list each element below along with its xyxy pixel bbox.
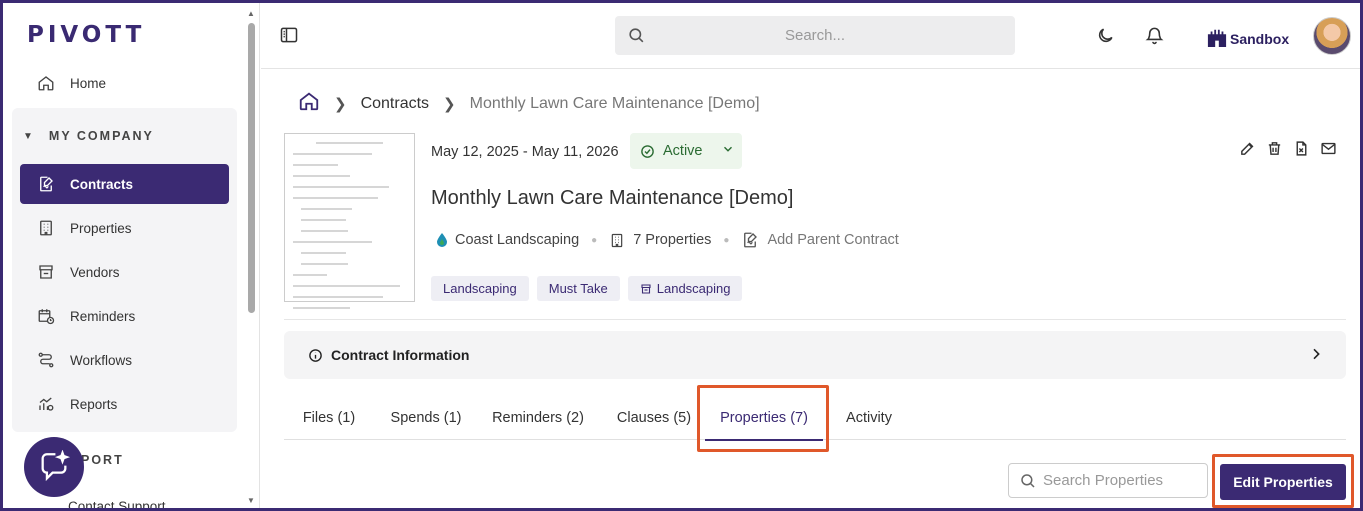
castle-icon <box>1206 27 1228 50</box>
sidebar-item-label: Reports <box>70 396 118 412</box>
accordion-label: Contract Information <box>331 347 470 363</box>
store-icon <box>36 262 56 282</box>
contract-dates: May 12, 2025 - May 11, 2026 <box>431 144 619 160</box>
user-avatar[interactable] <box>1313 17 1351 55</box>
trash-icon[interactable] <box>1266 140 1283 157</box>
contract-title: Monthly Lawn Care Maintenance [Demo] <box>431 187 794 209</box>
tab-reminders[interactable]: Reminders (2) <box>482 396 594 440</box>
sidebar-item-home[interactable]: Home <box>20 63 229 103</box>
search-icon <box>1019 472 1037 490</box>
chat-launcher-button[interactable] <box>24 437 84 497</box>
scroll-up-icon[interactable]: ▲ <box>247 9 255 18</box>
app-logo[interactable]: PIVOTT <box>27 22 145 48</box>
contract-tags: Landscaping Must Take Landscaping <box>431 276 750 301</box>
support-group-title[interactable]: PORT <box>81 453 124 467</box>
scroll-down-icon[interactable]: ▼ <box>247 496 255 505</box>
tag-label: Landscaping <box>443 281 517 296</box>
caret-down-icon: ▼ <box>23 130 35 142</box>
tag-chip[interactable]: Landscaping <box>431 276 529 301</box>
store-icon <box>640 283 652 295</box>
edit-pencil-icon[interactable] <box>1239 140 1256 157</box>
sidebar-item-label: Vendors <box>70 264 120 280</box>
sidebar-scrollbar[interactable]: ▲ ▼ <box>246 9 256 505</box>
add-parent-contract-button[interactable]: Add Parent Contract <box>741 231 899 249</box>
sidebar-item-contact-support[interactable]: Contact Support <box>68 499 166 508</box>
status-label: Active <box>663 143 703 159</box>
sandbox-label: Sandbox <box>1230 30 1290 47</box>
contract-information-accordion[interactable]: Contract Information <box>284 331 1346 379</box>
notifications-bell-icon[interactable] <box>1145 26 1164 50</box>
reports-icon <box>36 394 56 414</box>
chevron-down-icon <box>721 142 735 160</box>
global-search <box>615 16 1015 55</box>
sidebar-item-label: Properties <box>70 220 132 236</box>
contract-document-thumbnail[interactable] <box>284 133 415 309</box>
tab-files[interactable]: Files (1) <box>288 396 370 440</box>
contract-sign-icon <box>36 174 56 194</box>
chevron-right-icon: ❯ <box>334 95 347 113</box>
separator-dot: ● <box>723 234 730 246</box>
sidebar-toggle-icon[interactable] <box>279 25 299 50</box>
home-icon <box>36 73 56 93</box>
sidebar-item-label: Workflows <box>70 352 133 368</box>
sidebar-item-contracts[interactable]: Contracts <box>20 164 229 204</box>
email-icon[interactable] <box>1320 140 1337 157</box>
chat-sparkle-icon <box>41 450 71 482</box>
tag-chip[interactable]: Must Take <box>536 276 620 301</box>
vendor-logo-icon <box>437 233 447 247</box>
contract-meta-row: Coast Landscaping ● 7 Properties ● Add P… <box>437 231 899 249</box>
tab-spends[interactable]: Spends (1) <box>378 396 474 440</box>
scrollbar-thumb[interactable] <box>248 23 255 313</box>
breadcrumb-contracts-link[interactable]: Contracts <box>361 95 429 113</box>
chevron-right-icon <box>1308 346 1324 365</box>
sidebar-item-properties[interactable]: Properties <box>20 208 229 248</box>
tab-activity[interactable]: Activity <box>834 396 904 440</box>
sidebar-item-workflows[interactable]: Workflows <box>20 340 229 380</box>
sidebar-item-label: Contracts <box>70 176 134 192</box>
separator-dot: ● <box>591 234 598 246</box>
vendor-link[interactable]: Coast Landscaping <box>437 232 579 248</box>
app-frame: PIVOTT Home ▼ MY COMPANY Contracts Prope… <box>3 3 1360 508</box>
properties-count-link[interactable]: 7 Properties <box>609 232 711 249</box>
divider <box>284 319 1346 320</box>
check-circle-icon <box>640 144 655 159</box>
chevron-right-icon: ❯ <box>443 95 456 113</box>
tag-label: Landscaping <box>656 281 731 296</box>
highlight-properties-tab <box>697 385 829 452</box>
group-title-label: MY COMPANY <box>48 129 154 143</box>
sidebar-item-vendors[interactable]: Vendors <box>20 252 229 292</box>
sandbox-environment-badge[interactable]: Sandbox <box>1206 27 1289 50</box>
add-parent-label: Add Parent Contract <box>767 232 899 248</box>
info-icon <box>308 348 323 363</box>
export-excel-icon[interactable] <box>1293 140 1310 157</box>
contract-actions <box>1239 140 1347 157</box>
breadcrumb-home-icon[interactable] <box>298 90 320 117</box>
contract-sign-icon <box>741 231 759 249</box>
tab-clauses[interactable]: Clauses (5) <box>606 396 702 440</box>
tag-chip[interactable]: Landscaping <box>627 276 743 301</box>
workflow-icon <box>36 350 56 370</box>
global-search-input[interactable] <box>615 16 1015 55</box>
properties-count: 7 Properties <box>633 232 712 248</box>
sidebar-item-label: Reminders <box>70 308 136 324</box>
calendar-clock-icon <box>36 306 56 326</box>
sidebar-item-reminders[interactable]: Reminders <box>20 296 229 336</box>
sidebar-item-label: Home <box>70 75 107 91</box>
vendor-name: Coast Landscaping <box>455 232 580 248</box>
sidebar-item-reports[interactable]: Reports <box>20 384 229 424</box>
tag-label: Must Take <box>548 281 608 296</box>
breadcrumb-current: Monthly Lawn Care Maintenance [Demo] <box>469 94 760 112</box>
breadcrumb: ❯ Contracts ❯ Monthly Lawn Care Maintena… <box>298 90 760 117</box>
search-icon <box>627 26 646 50</box>
properties-search-input[interactable] <box>1043 472 1203 489</box>
dark-mode-moon-icon[interactable] <box>1096 26 1115 50</box>
building-icon <box>36 218 56 238</box>
my-company-group-title[interactable]: ▼ MY COMPANY <box>23 129 154 143</box>
topbar: Sandbox <box>261 3 1360 69</box>
highlight-edit-properties-button <box>1212 454 1354 508</box>
status-dropdown[interactable]: Active <box>630 133 742 169</box>
sidebar: PIVOTT Home ▼ MY COMPANY Contracts Prope… <box>3 3 260 508</box>
building-icon <box>609 232 625 249</box>
properties-search <box>1008 463 1208 498</box>
